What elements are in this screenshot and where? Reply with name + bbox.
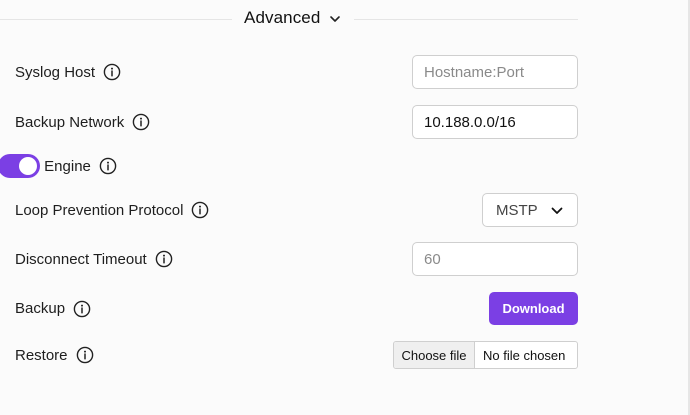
dpi-engine-toggle[interactable] [0, 154, 40, 178]
restore-row: Restore Choose file No file chosen [0, 341, 580, 369]
backup-network-label: Backup Network [15, 113, 125, 131]
backup-network-row: Backup Network [0, 105, 580, 139]
loop-prevention-row: Loop Prevention Protocol MSTP [0, 193, 580, 227]
chevron-down-icon [330, 16, 341, 22]
backup-label-wrap: Backup [15, 300, 91, 318]
info-icon[interactable] [76, 346, 94, 364]
syslog-host-row: Syslog Host [0, 55, 580, 89]
info-icon[interactable] [99, 157, 117, 175]
chevron-down-icon [551, 207, 563, 214]
loop-prevention-select[interactable]: MSTP [482, 193, 578, 227]
loop-prevention-selected: MSTP [496, 201, 538, 219]
restore-label-wrap: Restore [15, 346, 94, 364]
advanced-section-header: Advanced [0, 0, 580, 40]
backup-label: Backup [15, 300, 66, 317]
advanced-settings-page: Advanced Syslog Host Backup Network [0, 0, 690, 415]
advanced-toggle[interactable]: Advanced [244, 8, 342, 28]
dpi-engine-row: DPI Engine [0, 154, 580, 178]
section-title: Advanced [244, 8, 321, 27]
syslog-host-label-wrap: Syslog Host [15, 63, 121, 81]
file-status: No file chosen [483, 347, 566, 363]
syslog-host-label: Syslog Host [15, 63, 96, 81]
divider-right [354, 19, 578, 20]
restore-label: Restore [15, 346, 68, 364]
disconnect-timeout-row: Disconnect Timeout [0, 242, 580, 276]
disconnect-timeout-label-wrap: Disconnect Timeout [15, 250, 173, 268]
restore-file-input[interactable]: Choose file No file chosen [393, 341, 578, 369]
backup-network-label-wrap: Backup Network [15, 113, 150, 131]
download-button[interactable]: Download [489, 292, 578, 325]
info-icon[interactable] [132, 113, 150, 131]
info-icon[interactable] [73, 300, 91, 318]
toggle-knob [19, 157, 37, 175]
disconnect-timeout-input[interactable] [412, 242, 578, 276]
syslog-host-input[interactable] [412, 55, 578, 89]
loop-prevention-label: Loop Prevention Protocol [15, 201, 184, 219]
choose-file-button[interactable]: Choose file [394, 342, 475, 368]
backup-row: Backup Download [0, 292, 580, 325]
divider-left [0, 19, 232, 20]
disconnect-timeout-label: Disconnect Timeout [15, 250, 147, 268]
info-icon[interactable] [155, 250, 173, 268]
backup-network-input[interactable] [412, 105, 578, 139]
loop-prevention-label-wrap: Loop Prevention Protocol [15, 201, 209, 219]
info-icon[interactable] [191, 201, 209, 219]
info-icon[interactable] [103, 63, 121, 81]
